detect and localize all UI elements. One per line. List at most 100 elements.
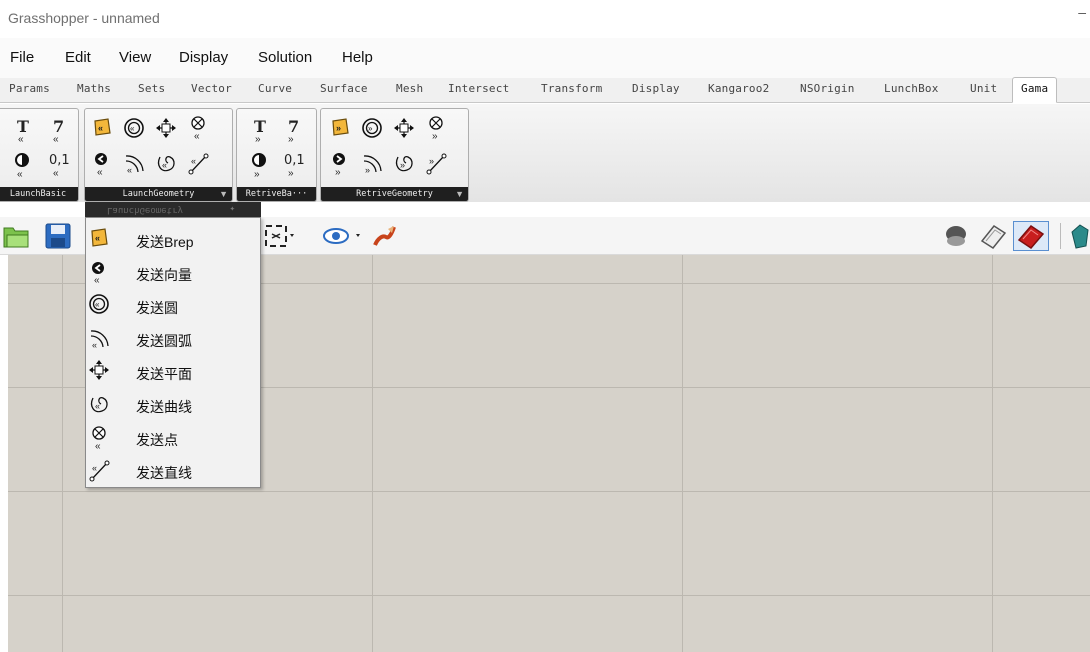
tab-display[interactable]: Display <box>632 82 680 95</box>
tab-curve[interactable]: Curve <box>258 82 292 95</box>
plane-send-icon[interactable] <box>155 117 177 145</box>
panel-retrive-basic: T » 7 » » 0,1 » RetriveBa··· <box>236 108 317 202</box>
chevron-icon: « <box>18 134 24 145</box>
svg-text:«: « <box>97 167 103 178</box>
dropdown-item-plane[interactable]: 发送平面 <box>86 355 260 388</box>
sketch-pen-icon[interactable] <box>372 223 398 254</box>
svg-text:«: « <box>95 300 100 309</box>
launch-geometry-dropdown: « 发送Brep « 发送向量 « 发送圆 « 发送圆弧 发送平面 « 发送曲线… <box>85 217 261 488</box>
dropdown-item-point[interactable]: « 发送点 <box>86 421 260 454</box>
plane-retrieve-icon[interactable] <box>393 117 415 145</box>
preview-wireframe-icon[interactable] <box>943 224 969 253</box>
circle-send-icon[interactable]: « <box>123 117 145 145</box>
menu-display[interactable]: Display <box>179 49 228 66</box>
svg-text:«: « <box>92 463 97 473</box>
vector-retrieve-icon[interactable]: » <box>329 151 351 179</box>
menu-view[interactable]: View <box>119 49 151 66</box>
save-file-icon[interactable] <box>44 222 72 255</box>
zoom-extents-icon[interactable] <box>265 224 299 253</box>
dropdown-item-label: 发送平面 <box>136 366 192 382</box>
tab-vector[interactable]: Vector <box>191 82 232 95</box>
plane-icon <box>88 359 110 383</box>
tab-mesh[interactable]: Mesh <box>396 82 423 95</box>
panel-expand-arrow-icon[interactable]: ▼ <box>455 188 464 200</box>
arc-send-icon[interactable]: « <box>123 151 145 179</box>
render-shape-icon[interactable] <box>1068 222 1090 255</box>
menu-file[interactable]: File <box>10 49 34 66</box>
dropdown-item-circle[interactable]: « 发送圆 <box>86 289 260 322</box>
minimize-button[interactable]: – <box>1078 4 1086 20</box>
svg-text:«: « <box>17 169 23 179</box>
preview-eye-icon[interactable] <box>322 225 366 252</box>
svg-text:«: « <box>191 156 196 166</box>
tab-intersect[interactable]: Intersect <box>448 82 509 95</box>
point-retrieve-icon[interactable]: » <box>425 115 447 143</box>
tab-params[interactable]: Params <box>9 82 50 95</box>
dropdown-item-vector[interactable]: « 发送向量 <box>86 256 260 289</box>
curve-retrieve-icon[interactable]: » <box>393 151 415 179</box>
dropdown-item-label: 发送直线 <box>136 465 192 481</box>
number-glyph: 0,1 <box>49 153 70 168</box>
integer-send-icon[interactable]: 7 « <box>48 117 70 145</box>
dropdown-item-arc[interactable]: « 发送圆弧 <box>86 322 260 355</box>
tab-unit[interactable]: Unit <box>970 82 997 95</box>
tab-sets[interactable]: Sets <box>138 82 165 95</box>
panel-expand-arrow-icon[interactable]: ▼ <box>219 188 228 200</box>
dropdown-item-brep[interactable]: « 发送Brep <box>86 223 260 256</box>
dropdown-item-label: 发送圆弧 <box>136 333 192 349</box>
brep-icon: « <box>88 227 110 251</box>
curve-send-icon[interactable]: « <box>155 151 177 179</box>
line-send-icon[interactable]: « <box>187 151 209 179</box>
integer-retrieve-icon[interactable]: 7 » <box>283 117 305 145</box>
point-send-icon[interactable]: « <box>187 115 209 143</box>
brep-retrieve-icon[interactable]: » <box>329 117 351 145</box>
chevron-icon: » <box>255 134 261 145</box>
svg-text:«: « <box>95 401 100 411</box>
tab-maths[interactable]: Maths <box>77 82 111 95</box>
menu-bar: File Edit View Display Solution Help <box>0 38 1090 78</box>
menu-edit[interactable]: Edit <box>65 49 91 66</box>
dropdown-item-curve[interactable]: « 发送曲线 <box>86 388 260 421</box>
circle-icon: « <box>88 293 110 317</box>
arc-retrieve-icon[interactable]: » <box>361 151 383 179</box>
preview-shaded-icon[interactable] <box>978 223 1008 254</box>
menu-solution[interactable]: Solution <box>258 49 312 66</box>
dropdown-item-label: 发送点 <box>136 432 178 448</box>
canvas-edge <box>0 255 8 652</box>
chevron-icon: » <box>288 168 294 179</box>
pin-icon[interactable]: ✦ <box>230 202 235 217</box>
tab-lunchbox[interactable]: LunchBox <box>884 82 939 95</box>
tab-transform[interactable]: Transform <box>541 82 602 95</box>
curve-icon: « <box>88 392 110 416</box>
svg-text:»: » <box>429 156 434 166</box>
panel-launch-geometry: « « « « « « « LaunchGeometry ▼ <box>84 108 233 202</box>
preview-selected-gem-icon[interactable] <box>1013 221 1049 251</box>
text-retrieve-icon[interactable]: T » <box>250 117 272 145</box>
text-send-icon[interactable]: T « <box>13 117 35 145</box>
tab-nsorigin[interactable]: NSOrigin <box>800 82 855 95</box>
open-file-icon[interactable] <box>2 223 32 254</box>
svg-text:«: « <box>127 165 132 175</box>
svg-text:»: » <box>365 165 370 175</box>
line-retrieve-icon[interactable]: » <box>425 151 447 179</box>
dropdown-item-line[interactable]: « 发送直线 <box>86 454 260 487</box>
number-retrieve-icon[interactable]: 0,1 » <box>281 151 305 179</box>
svg-text:«: « <box>95 233 100 243</box>
svg-text:«: « <box>92 340 97 350</box>
number-send-icon[interactable]: 0,1 « <box>46 151 70 179</box>
panel-label: RetriveGeometry <box>321 187 468 201</box>
vector-send-icon[interactable]: « <box>91 151 113 179</box>
tab-gama[interactable]: Gama <box>1012 77 1058 103</box>
menu-help[interactable]: Help <box>342 49 373 66</box>
boolean-retrieve-icon[interactable]: » <box>250 151 272 180</box>
tab-surface[interactable]: Surface <box>320 82 368 95</box>
svg-text:»: » <box>335 167 341 178</box>
title-bar: Grasshopper - unnamed – <box>0 0 1090 38</box>
point-icon: « <box>88 425 110 452</box>
chevron-icon: « <box>53 168 59 179</box>
tab-kangaroo2[interactable]: Kangaroo2 <box>708 82 769 95</box>
brep-send-icon[interactable]: « <box>91 117 113 145</box>
svg-text:»: » <box>336 123 341 133</box>
boolean-send-icon[interactable]: « <box>13 151 35 180</box>
circle-retrieve-icon[interactable]: » <box>361 117 383 145</box>
